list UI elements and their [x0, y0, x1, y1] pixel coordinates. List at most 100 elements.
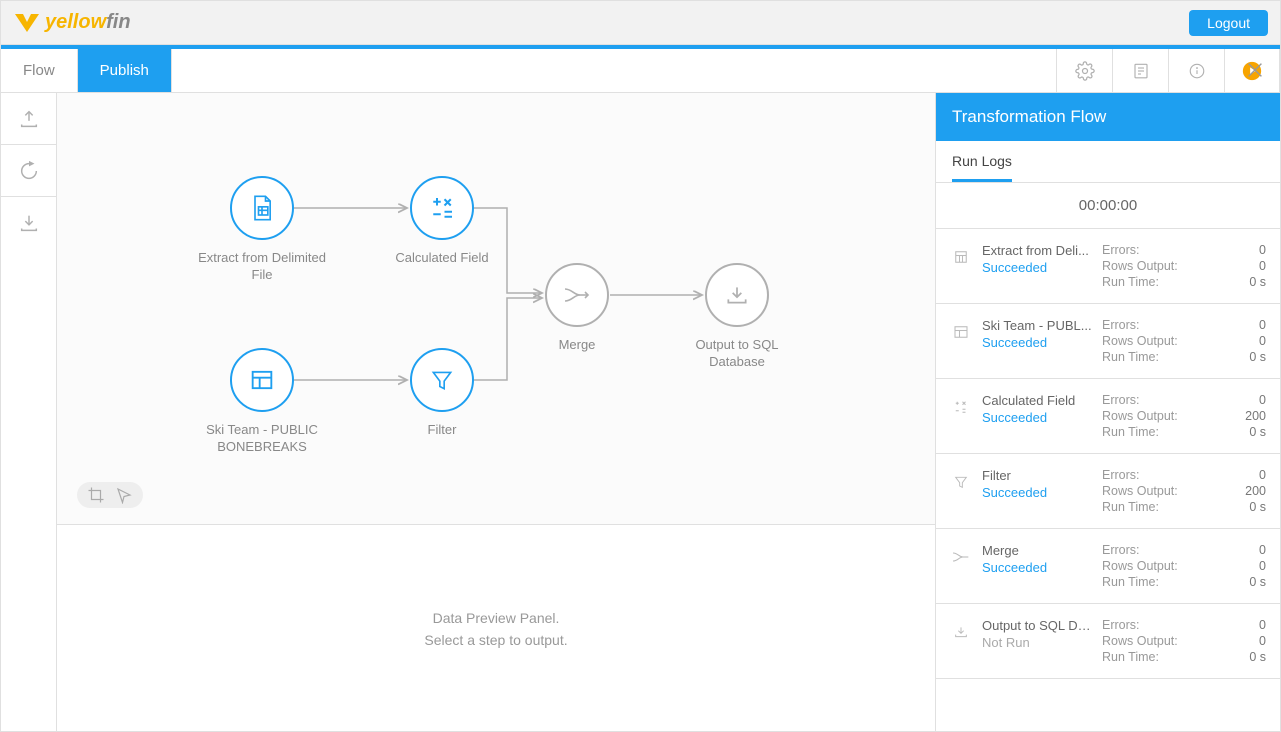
- log-rows-value: 0: [1249, 559, 1266, 573]
- log-errors-value: 0: [1245, 468, 1266, 482]
- panel-tab-runlogs[interactable]: Run Logs: [952, 153, 1012, 182]
- log-rows-label: Rows Output:: [1102, 559, 1249, 573]
- node-output-label: Output to SQL Database: [672, 337, 802, 371]
- log-row[interactable]: Ski Team - PUBL...SucceededErrors:0Rows …: [936, 304, 1280, 379]
- flow-edges: [57, 93, 935, 524]
- log-name: Calculated Field: [982, 393, 1092, 408]
- canvas-tools: [77, 482, 143, 508]
- log-rows-label: Rows Output:: [1102, 334, 1249, 348]
- log-errors-value: 0: [1249, 318, 1266, 332]
- crop-icon[interactable]: [87, 486, 105, 504]
- log-row[interactable]: Extract from Deli... Succeeded Errors:0Row…: [936, 229, 1280, 304]
- log-list: Extract from Deli...SucceededErrors:0Row…: [936, 229, 1280, 732]
- node-calc[interactable]: Calculated Field: [377, 176, 507, 267]
- cursor-icon[interactable]: [115, 486, 133, 504]
- log-rows-value: 0: [1249, 259, 1266, 273]
- log-time-value: 0 s: [1245, 500, 1266, 514]
- log-status: Succeeded: [982, 485, 1092, 500]
- logo-icon: [13, 12, 41, 34]
- log-rows-label: Rows Output:: [1102, 259, 1249, 273]
- log-errors-label: Errors:: [1102, 393, 1245, 407]
- log-rows-label: Rows Output:: [1102, 484, 1245, 498]
- log-rows-value: 0: [1249, 634, 1266, 648]
- log-name: Output to SQL Dat...: [982, 618, 1092, 633]
- log-name: Ski Team - PUBL...: [982, 318, 1092, 333]
- log-stats: Errors:0Rows Output:0Run Time:0 s: [1102, 543, 1266, 589]
- log-icon: [950, 621, 972, 643]
- notes-icon: [1132, 62, 1150, 80]
- logo-text-b: fin: [106, 11, 130, 34]
- log-icon: [950, 321, 972, 343]
- left-rail: [1, 93, 57, 732]
- log-time-value: 0 s: [1249, 275, 1266, 289]
- rail-input-button[interactable]: [1, 93, 56, 145]
- node-extract[interactable]: Extract from Delimited File: [197, 176, 327, 284]
- log-errors-value: 0: [1249, 543, 1266, 557]
- log-name: Extract from Deli...: [982, 243, 1092, 258]
- log-row[interactable]: Calculated FieldSucceededErrors:0Rows Ou…: [936, 379, 1280, 454]
- node-merge-circle: [545, 263, 609, 327]
- logout-button[interactable]: Logout: [1189, 10, 1268, 36]
- close-icon: [1244, 59, 1266, 81]
- log-stats: Errors:0Rows Output:0Run Time:0 s: [1102, 243, 1266, 289]
- log-time-label: Run Time:: [1102, 350, 1249, 364]
- download-db-icon: [724, 282, 750, 308]
- log-errors-value: 0: [1249, 618, 1266, 632]
- log-errors-value: 0: [1249, 243, 1266, 257]
- log-errors-label: Errors:: [1102, 468, 1245, 482]
- log-time-value: 0 s: [1249, 575, 1266, 589]
- settings-button[interactable]: [1056, 49, 1112, 92]
- log-rows-value: 200: [1245, 409, 1266, 423]
- tab-publish[interactable]: Publish: [78, 49, 172, 92]
- log-errors-label: Errors:: [1102, 543, 1249, 557]
- tab-flow[interactable]: Flow: [1, 49, 78, 92]
- node-merge[interactable]: Merge: [512, 263, 642, 354]
- input-icon: [18, 108, 40, 130]
- close-button[interactable]: [1244, 59, 1266, 81]
- log-time-value: 0 s: [1249, 650, 1266, 664]
- output-icon: [18, 212, 40, 234]
- report-icon: [248, 366, 276, 394]
- log-icon: [950, 396, 972, 418]
- log-name: Merge: [982, 543, 1092, 558]
- node-ski-circle: [230, 348, 294, 412]
- log-row[interactable]: Output to SQL Dat... Not Run Errors:0Rows …: [936, 604, 1280, 679]
- log-status: Succeeded: [982, 410, 1092, 425]
- merge-icon: [562, 283, 592, 307]
- node-extract-circle: [230, 176, 294, 240]
- info-icon: [1188, 62, 1206, 80]
- log-icon: [950, 471, 972, 493]
- log-row[interactable]: MergeSucceededErrors:0Rows Output:0Run T…: [936, 529, 1280, 604]
- log-time-label: Run Time:: [1102, 425, 1245, 439]
- node-output-circle: [705, 263, 769, 327]
- log-icon: [950, 246, 972, 268]
- log-time-label: Run Time:: [1102, 575, 1249, 589]
- preview-line-2: Select a step to output.: [424, 629, 567, 651]
- node-ski-label: Ski Team - PUBLIC BONEBREAKS: [197, 422, 327, 456]
- app-header: yellowfin Logout: [1, 1, 1280, 45]
- flow-canvas[interactable]: Extract from Delimited File Calculated F…: [57, 93, 935, 525]
- preview-line-1: Data Preview Panel.: [433, 607, 560, 629]
- info-button[interactable]: [1168, 49, 1224, 92]
- panel-title: Transformation Flow: [936, 93, 1280, 141]
- log-time-label: Run Time:: [1102, 500, 1245, 514]
- log-stats: Errors:0Rows Output:0Run Time:0 s: [1102, 618, 1266, 664]
- gear-icon: [1075, 61, 1095, 81]
- log-status: Succeeded: [982, 260, 1092, 275]
- file-table-icon: [248, 194, 276, 222]
- notes-button[interactable]: [1112, 49, 1168, 92]
- right-panel: Transformation Flow Run Logs 00:00:00 Ex…: [935, 93, 1280, 732]
- log-row[interactable]: FilterSucceededErrors:0Rows Output:200Ru…: [936, 454, 1280, 529]
- calc-icon: [427, 193, 457, 223]
- log-rows-label: Rows Output:: [1102, 409, 1245, 423]
- node-filter-label: Filter: [428, 422, 457, 439]
- rail-transform-button[interactable]: [1, 145, 56, 197]
- log-icon: [950, 546, 972, 568]
- rail-output-button[interactable]: [1, 197, 56, 249]
- logo-text-a: yellow: [45, 11, 106, 34]
- node-output[interactable]: Output to SQL Database: [672, 263, 802, 371]
- node-filter[interactable]: Filter: [377, 348, 507, 439]
- log-status: Not Run: [982, 635, 1092, 650]
- log-status: Succeeded: [982, 560, 1092, 575]
- node-ski[interactable]: Ski Team - PUBLIC BONEBREAKS: [197, 348, 327, 456]
